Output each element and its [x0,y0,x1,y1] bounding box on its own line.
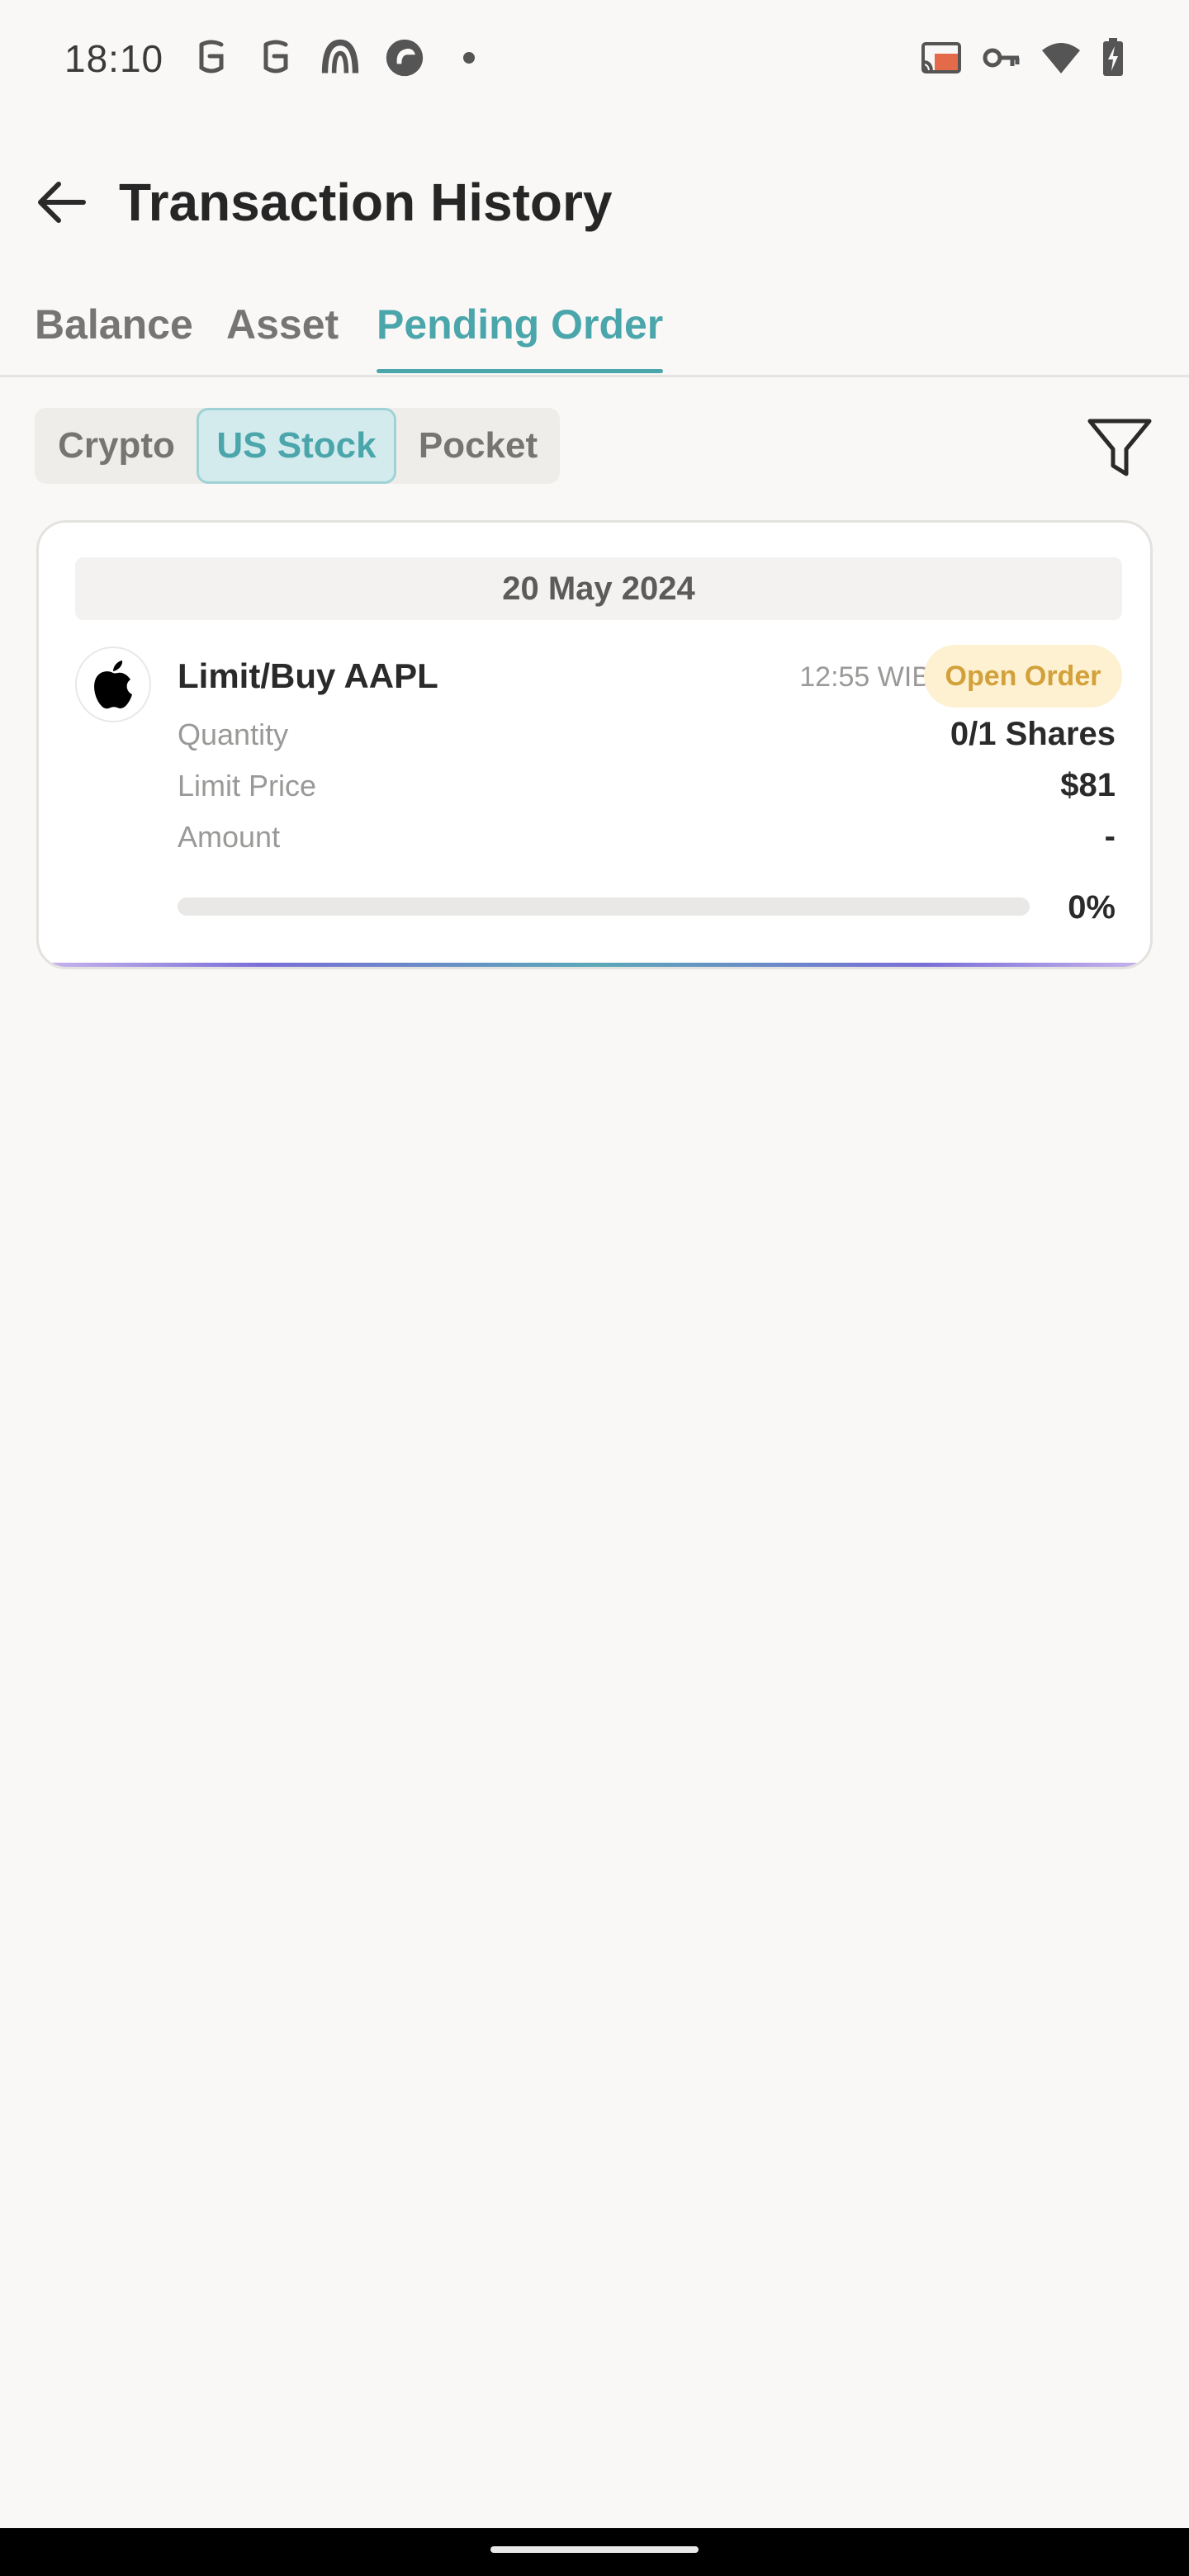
system-nav-bar [0,2528,1189,2576]
detail-label-amount: Amount [178,820,281,854]
notification-s-icon [192,38,231,78]
status-system-icons [920,38,1125,82]
order-progress-bar [178,897,1030,916]
detail-label-limit-price: Limit Price [178,769,317,803]
segment-pocket[interactable]: Pocket [396,408,560,484]
arrow-left-icon [38,182,86,223]
detail-value-quantity: 0/1 Shares [950,716,1116,752]
status-bar: 18:10 [0,0,1189,116]
detail-value-limit-price: $81 [1060,767,1116,803]
main-tabs: Balance Asset Pending Order [0,289,1189,377]
tab-balance[interactable]: Balance [35,301,193,360]
asset-logo [75,646,151,722]
wifi-icon [1040,40,1082,79]
tab-pending-order[interactable]: Pending Order [377,301,664,373]
status-time: 18:10 [64,37,164,80]
filter-button[interactable] [1082,410,1158,485]
back-button[interactable] [25,165,99,239]
status-badge: Open Order [924,645,1122,708]
order-time: 12:55 WIB [799,661,931,693]
filter-funnel-icon [1087,419,1152,476]
order-title: Limit/Buy AAPL [178,656,438,695]
notification-s-icon [256,38,296,78]
home-indicator[interactable] [490,2546,699,2553]
battery-charging-icon [1101,38,1125,82]
order-progress-percent: 0% [1068,889,1116,926]
segment-us-stock[interactable]: US Stock [197,408,396,484]
app-header: Transaction History [0,157,1189,248]
dot-icon [449,38,489,78]
card-accent-line [39,963,1150,967]
asset-type-segmented-control: Crypto US Stock Pocket [35,408,560,484]
app-arc-icon [320,38,360,78]
order-date-header: 20 May 2024 [75,557,1122,620]
detail-value-amount: - [1104,818,1116,855]
vpn-key-icon [983,45,1021,75]
tab-asset[interactable]: Asset [226,301,339,360]
status-notification-icons [192,38,489,78]
page-title: Transaction History [119,173,613,232]
detail-label-quantity: Quantity [178,717,289,751]
apple-logo-icon [94,661,132,709]
segment-crypto[interactable]: Crypto [35,408,198,484]
cast-icon [920,40,963,79]
order-card[interactable]: 20 May 2024 Limit/Buy AAPL 12:55 WIB Ope… [36,520,1153,969]
app-circle-icon [385,38,424,78]
